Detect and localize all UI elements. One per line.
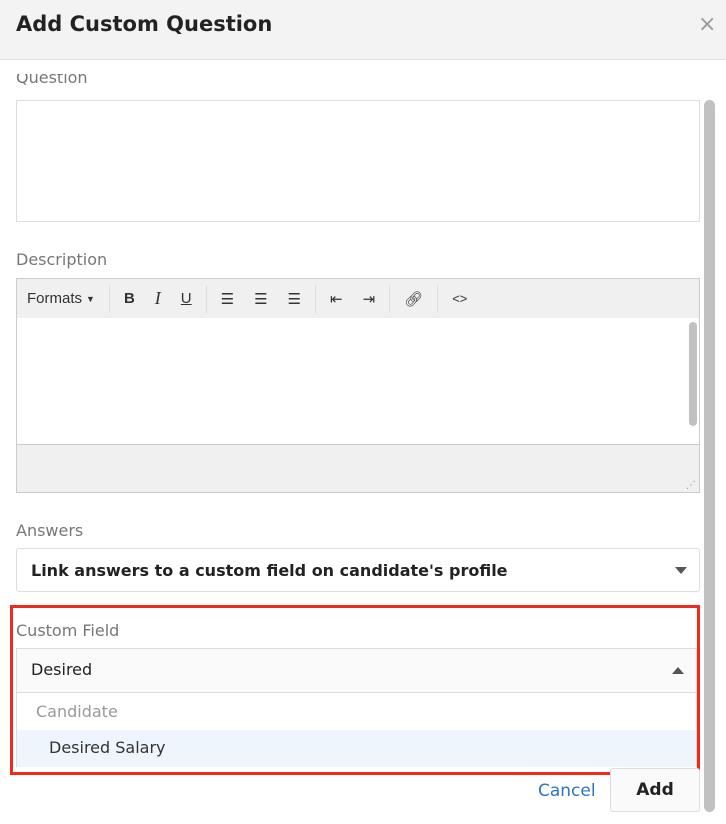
formats-label: Formats — [27, 290, 83, 307]
option-desired-salary[interactable]: Desired Salary — [17, 730, 696, 767]
description-editor[interactable] — [16, 318, 700, 445]
editor-statusbar: ⋰ — [16, 444, 700, 493]
dialog-title: Add Custom Question — [16, 12, 273, 36]
custom-field-label: Custom Field — [16, 621, 120, 640]
formats-dropdown[interactable]: Formats ▼ — [27, 286, 105, 312]
option-group-candidate: Candidate — [36, 702, 118, 721]
align-right-icon[interactable]: ☰ — [278, 286, 311, 312]
editor-scrollbar[interactable] — [689, 322, 697, 426]
cancel-button[interactable]: Cancel — [538, 781, 596, 801]
custom-field-input[interactable]: Desired — [16, 648, 697, 693]
question-textarea[interactable] — [16, 100, 700, 222]
dialog-scrollbar[interactable] — [704, 100, 715, 812]
close-icon[interactable]: × — [698, 12, 716, 37]
custom-field-value: Desired — [31, 660, 93, 679]
question-label: Question — [16, 74, 88, 87]
custom-field-dropdown: Candidate Desired Salary — [16, 692, 697, 767]
answers-select[interactable]: Link answers to a custom field on candid… — [16, 548, 700, 592]
bold-button[interactable]: B — [114, 286, 145, 312]
italic-button[interactable]: I — [145, 286, 171, 312]
align-center-icon[interactable]: ☰ — [244, 286, 277, 312]
source-code-button[interactable]: <> — [442, 286, 477, 312]
link-icon[interactable]: 🔗︎ — [394, 286, 433, 312]
align-left-icon[interactable]: ☰ — [211, 286, 244, 312]
description-label: Description — [16, 250, 108, 269]
editor-toolbar: Formats ▼ B I U ☰ ☰ ☰ ⇤ ⇥ 🔗︎ <> — [16, 278, 700, 319]
indent-icon[interactable]: ⇥ — [353, 286, 386, 312]
caret-up-icon — [672, 667, 684, 674]
caret-down-icon: ▼ — [86, 293, 95, 304]
answers-label: Answers — [16, 521, 84, 540]
resize-handle-icon[interactable]: ⋰ — [686, 480, 696, 491]
underline-button[interactable]: U — [171, 286, 202, 312]
answers-selected-value: Link answers to a custom field on candid… — [31, 561, 508, 580]
caret-down-icon — [675, 567, 687, 574]
outdent-icon[interactable]: ⇤ — [320, 286, 353, 312]
add-button[interactable]: Add — [610, 768, 700, 812]
